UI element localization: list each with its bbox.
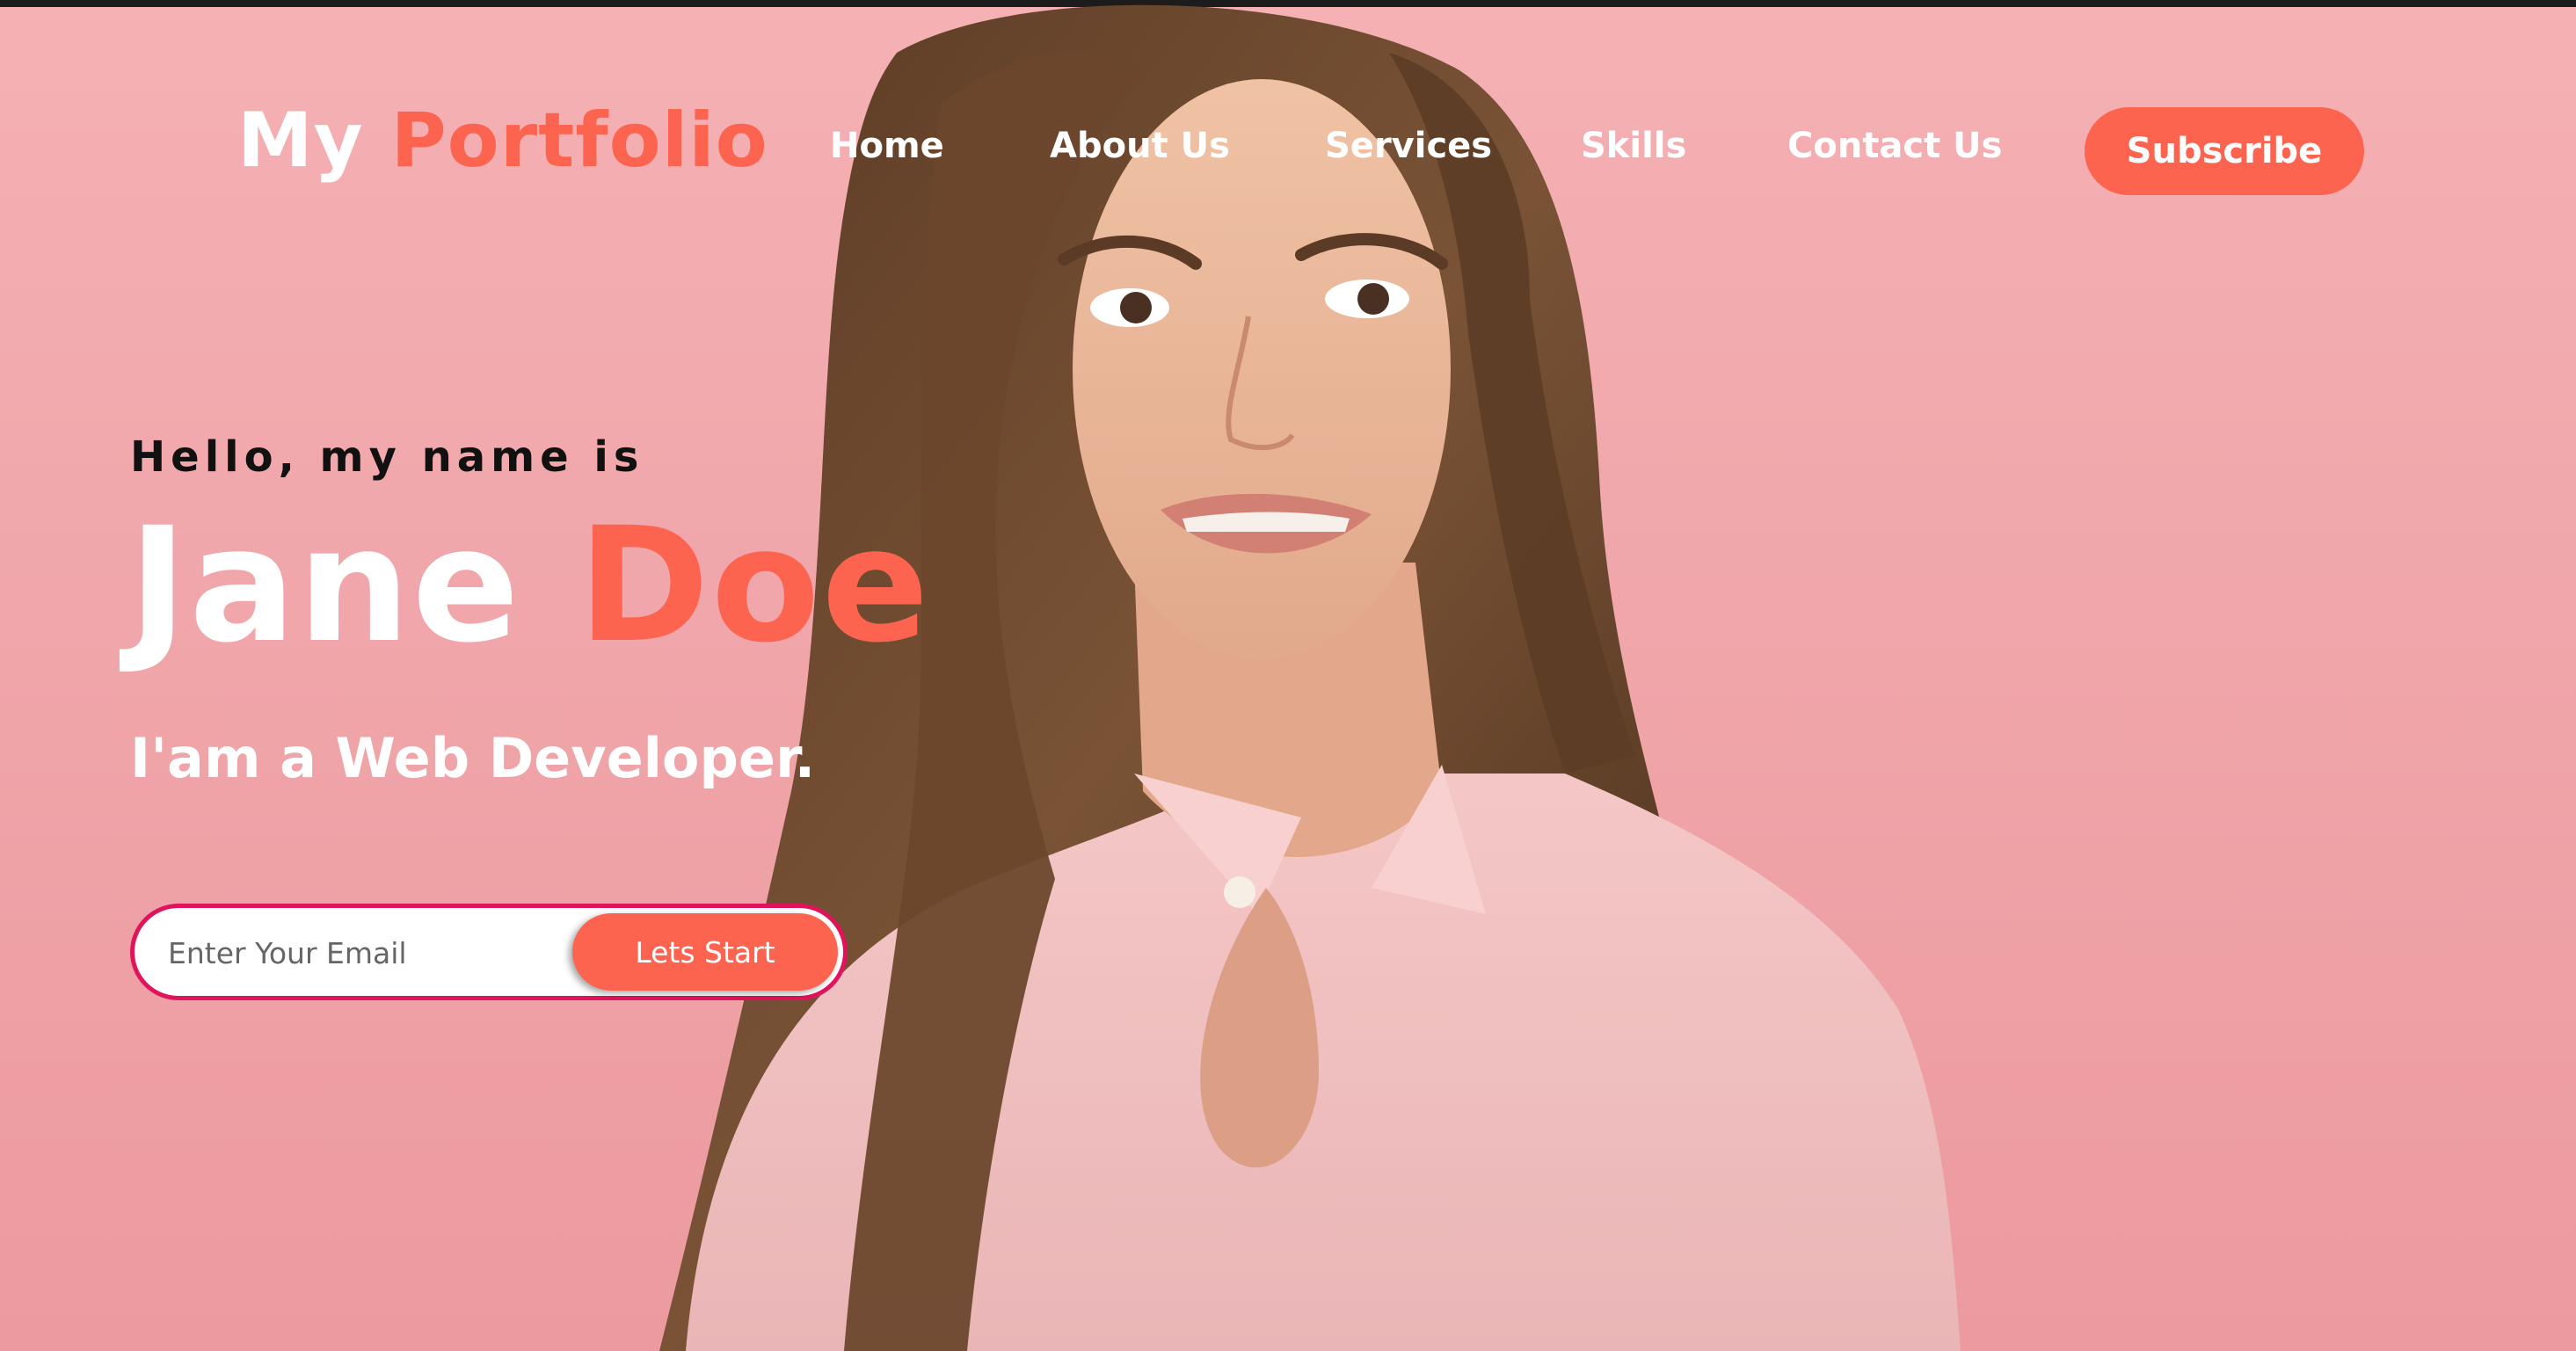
hero-last-name: Doe <box>578 494 931 678</box>
email-signup-form: Lets Start <box>130 904 848 1000</box>
nav-about-us[interactable]: About Us <box>1050 126 1230 166</box>
nav-home[interactable]: Home <box>830 126 944 166</box>
nav-skills[interactable]: Skills <box>1581 126 1686 166</box>
nav-contact-us[interactable]: Contact Us <box>1787 126 2002 166</box>
logo-word-my: My <box>237 97 364 185</box>
nav-services[interactable]: Services <box>1325 126 1492 166</box>
logo-word-portfolio: Portfolio <box>390 97 768 185</box>
hero-name: Jane Doe <box>128 503 931 669</box>
hero-first-name: Jane <box>128 494 521 678</box>
subscribe-button[interactable]: Subscribe <box>2085 107 2364 195</box>
lets-start-button[interactable]: Lets Start <box>572 913 838 991</box>
site-logo[interactable]: My Portfolio <box>237 97 768 185</box>
hero-greeting: Hello, my name is <box>130 432 644 482</box>
hero-role: I'am a Web Developer. <box>130 726 816 790</box>
portfolio-hero-page: My Portfolio Home About Us Services Skil… <box>0 0 2576 1351</box>
